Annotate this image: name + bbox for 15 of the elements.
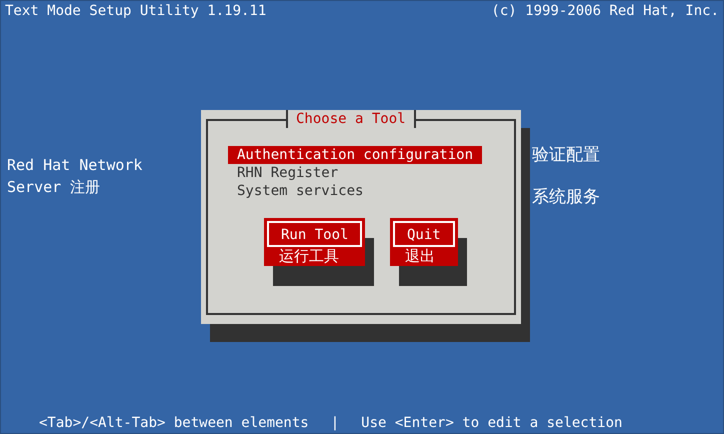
- annotation-text: 验证配置: [532, 144, 600, 166]
- annotation-text: Server 注册: [7, 177, 102, 198]
- status-hint: Use <Enter> to edit a selection: [361, 414, 622, 433]
- app-title: Text Mode Setup Utility 1.19.11: [5, 2, 266, 20]
- annotation-text: Red Hat Network: [7, 155, 142, 176]
- tool-button[interactable]: Quit 退出: [390, 218, 458, 266]
- menu-item[interactable]: Authentication configuration: [228, 146, 482, 164]
- status-separator: |: [330, 414, 340, 433]
- menu-item[interactable]: System services: [228, 182, 482, 200]
- tool-button[interactable]: Run Tool 运行工具: [264, 218, 366, 266]
- status-hint: <Tab>/<Alt-Tab> between elements: [39, 414, 309, 433]
- dialog-title: Choose a Tool: [286, 110, 416, 128]
- annotation-text: 系统服务: [532, 186, 600, 208]
- menu-item[interactable]: RHN Register: [228, 164, 482, 182]
- copyright-text: (c) 1999-2006 Red Hat, Inc.: [491, 2, 719, 20]
